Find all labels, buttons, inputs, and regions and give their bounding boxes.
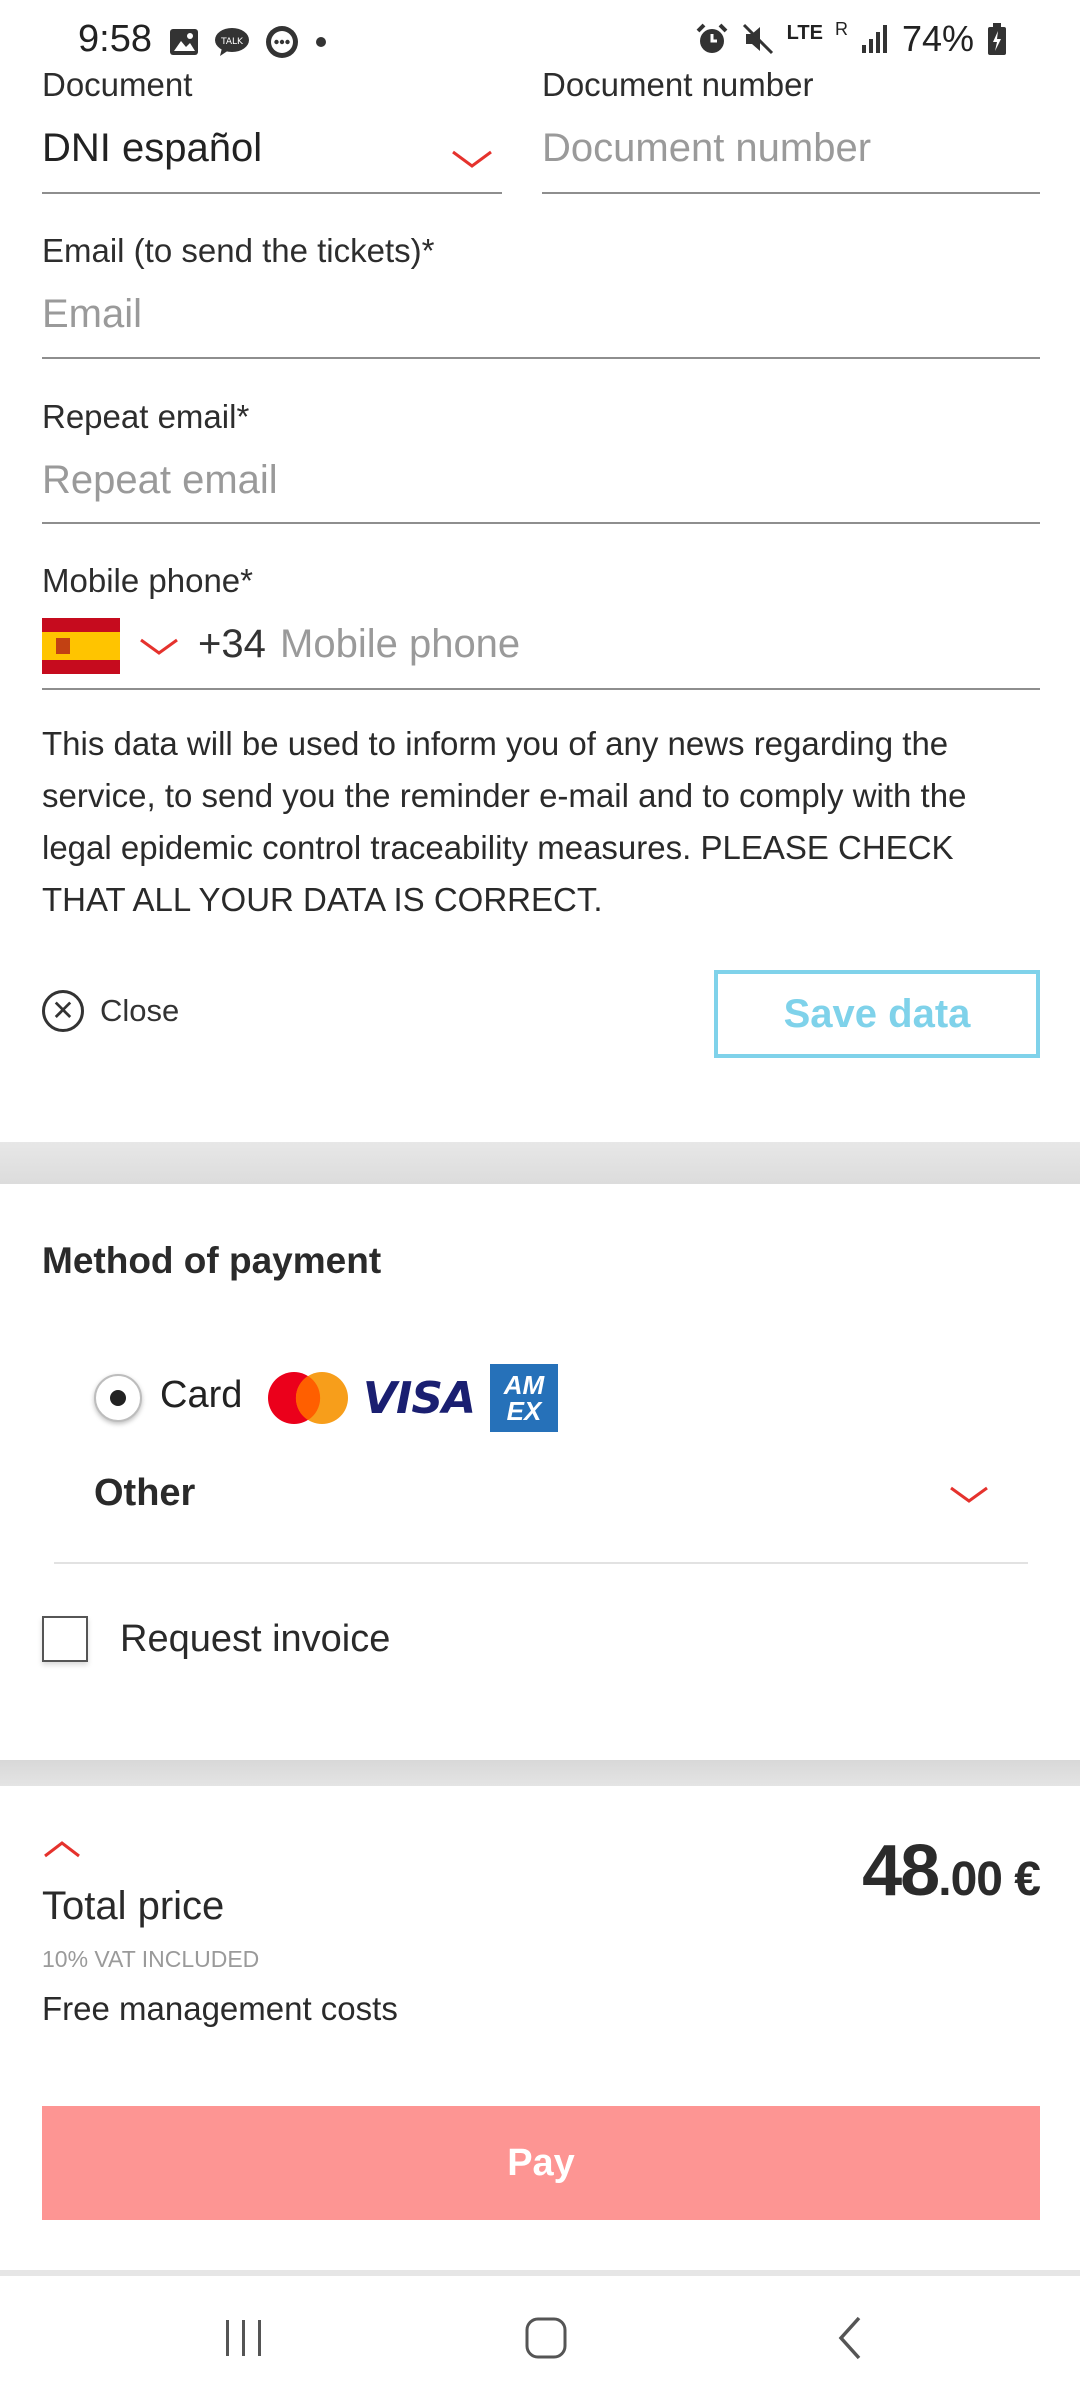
amex-text-bottom: EX bbox=[506, 1396, 542, 1426]
card-option-label[interactable]: Card bbox=[160, 1374, 242, 1417]
talk-icon: TALK bbox=[215, 28, 249, 56]
total-price: 48.00 € bbox=[862, 1830, 1041, 1912]
network-type: LTE bbox=[786, 22, 823, 44]
home-icon bbox=[525, 2317, 567, 2359]
repeat-email-label: Repeat email* bbox=[42, 398, 250, 435]
email-label: Email (to send the tickets)* bbox=[42, 232, 435, 269]
radio-selected-dot bbox=[110, 1390, 126, 1406]
document-label: Document bbox=[42, 66, 193, 103]
status-right: LTE R 74% bbox=[695, 18, 1008, 60]
alarm-icon bbox=[696, 23, 728, 53]
chevron-down-icon bbox=[452, 150, 492, 168]
other-label: Other bbox=[94, 1472, 196, 1514]
dot-icon bbox=[316, 37, 326, 47]
image-icon bbox=[170, 29, 198, 55]
price-decimal: .00 € bbox=[938, 1853, 1041, 1906]
spain-flag-icon bbox=[42, 618, 120, 674]
other-payment-dropdown[interactable]: Other bbox=[54, 1460, 1028, 1560]
country-code: +34 bbox=[198, 622, 266, 666]
payment-section-title: Method of payment bbox=[42, 1240, 382, 1281]
document-number-input[interactable]: Document number bbox=[542, 126, 871, 171]
card-radio[interactable] bbox=[94, 1374, 142, 1422]
document-number-underline bbox=[542, 192, 1040, 194]
other-divider bbox=[54, 1562, 1028, 1564]
close-label: Close bbox=[100, 993, 180, 1028]
messages-icon bbox=[266, 26, 298, 58]
mute-icon bbox=[742, 23, 773, 55]
email-underline bbox=[42, 357, 1040, 359]
chevron-down-icon bbox=[140, 638, 178, 655]
close-button[interactable]: ✕ Close bbox=[42, 990, 179, 1032]
recent-apps-button[interactable] bbox=[174, 2276, 314, 2400]
amex-text-top: AM bbox=[503, 1370, 545, 1400]
chevron-up-icon[interactable] bbox=[42, 1838, 82, 1860]
repeat-email-underline bbox=[42, 522, 1040, 524]
country-code-select[interactable] bbox=[42, 614, 192, 678]
total-price-label: Total price bbox=[42, 1884, 225, 1928]
data-usage-notice: This data will be used to inform you of … bbox=[42, 725, 967, 918]
management-note: Free management costs bbox=[42, 1990, 398, 2027]
notification-icons: TALK bbox=[168, 24, 328, 60]
battery-charging-icon bbox=[988, 23, 1006, 55]
recent-apps-icon bbox=[226, 2320, 261, 2356]
battery-percent: 74% bbox=[901, 18, 974, 59]
vat-note: 10% VAT INCLUDED bbox=[42, 1946, 260, 1972]
visa-icon: VISA bbox=[362, 1372, 476, 1424]
amex-icon: AM EX bbox=[490, 1364, 558, 1432]
document-select-value: DNI español bbox=[42, 126, 263, 170]
price-integer: 48 bbox=[862, 1831, 940, 1911]
pay-button[interactable]: Pay bbox=[42, 2106, 1040, 2220]
section-divider bbox=[0, 1142, 1080, 1184]
mobile-phone-label: Mobile phone* bbox=[42, 562, 253, 599]
back-icon bbox=[838, 2316, 861, 2360]
document-underline bbox=[42, 192, 502, 194]
email-input[interactable]: Email bbox=[42, 292, 142, 337]
repeat-email-input[interactable]: Repeat email bbox=[42, 458, 278, 503]
request-invoice-checkbox[interactable] bbox=[42, 1616, 88, 1662]
mobile-phone-input[interactable]: Mobile phone bbox=[280, 622, 520, 667]
document-number-label: Document number bbox=[542, 66, 814, 103]
svg-text:TALK: TALK bbox=[220, 37, 244, 47]
signal-icon bbox=[861, 25, 887, 53]
chevron-down-icon bbox=[950, 1486, 988, 1503]
navigation-bar bbox=[0, 2270, 1080, 2400]
mastercard-icon bbox=[268, 1372, 348, 1424]
section-divider bbox=[0, 1760, 1080, 1786]
close-icon: ✕ bbox=[42, 990, 84, 1032]
home-button[interactable] bbox=[476, 2276, 616, 2400]
mobile-phone-underline bbox=[42, 688, 1040, 690]
status-time: 9:58 bbox=[78, 18, 152, 60]
request-invoice-label[interactable]: Request invoice bbox=[120, 1618, 390, 1661]
document-select[interactable]: DNI español bbox=[42, 120, 502, 194]
visa-text: VISA bbox=[362, 1372, 476, 1424]
roaming-indicator: R bbox=[834, 18, 848, 39]
back-button[interactable] bbox=[780, 2276, 920, 2400]
save-data-button[interactable]: Save data bbox=[714, 970, 1040, 1058]
